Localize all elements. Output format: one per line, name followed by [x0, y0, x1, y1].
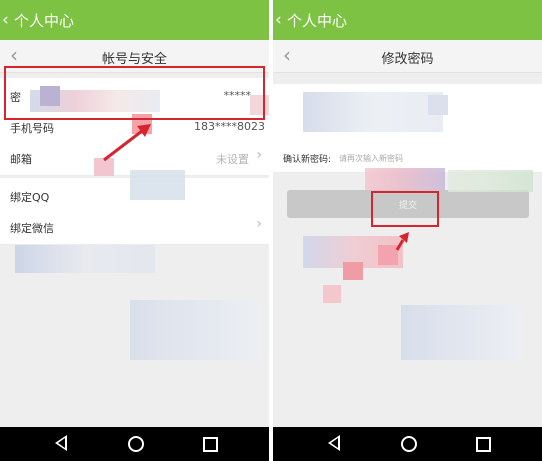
system-nav-bar: [0, 427, 269, 461]
recent-apps-icon[interactable]: [203, 437, 218, 452]
annotation-arrow: [103, 124, 151, 162]
change-password-screen: ‹ 个人中心 ‹ 修改密码 确认新密码: 请再次输入新密码 提交: [273, 0, 542, 461]
back-icon[interactable]: [55, 435, 67, 451]
recent-apps-icon[interactable]: [476, 437, 491, 452]
home-icon[interactable]: [128, 436, 144, 452]
back-icon[interactable]: [328, 435, 340, 451]
system-nav-bar: [273, 427, 542, 461]
home-icon[interactable]: [401, 436, 417, 452]
annotation-arrow: [395, 232, 409, 251]
account-security-screen: ‹ 个人中心 ‹ 帐号与安全 密 ***** 手机号码 183****8023 …: [0, 0, 269, 461]
